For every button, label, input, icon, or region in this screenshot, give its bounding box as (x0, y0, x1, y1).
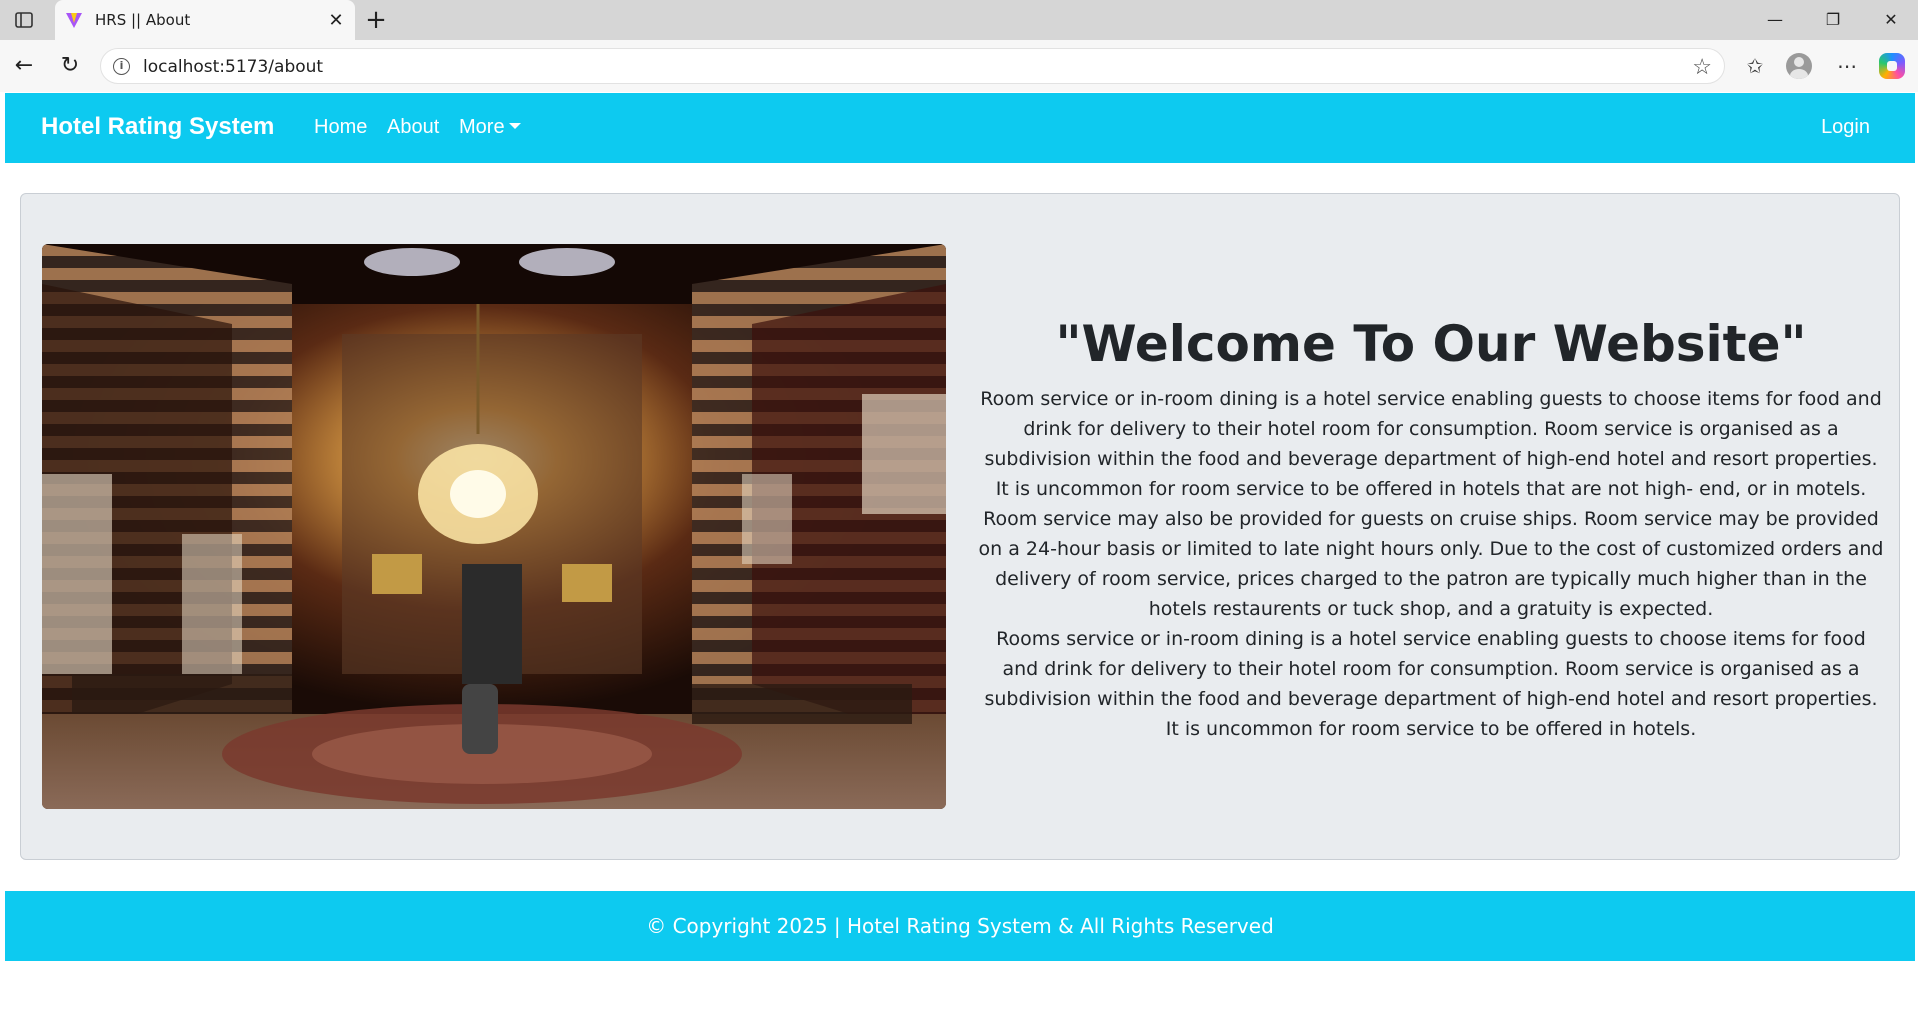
vite-favicon-icon (65, 11, 83, 29)
copyright-text: © Copyright 2025 | Hotel Rating System &… (646, 914, 1274, 938)
tab-close-icon[interactable]: ✕ (325, 9, 347, 31)
more-options-icon[interactable]: ⋯ (1832, 52, 1862, 80)
close-window-button[interactable]: ✕ (1866, 4, 1916, 36)
browser-tab-active[interactable]: HRS || About ✕ (55, 0, 355, 40)
restore-button[interactable]: ❐ (1808, 4, 1858, 36)
nav-home-link[interactable]: Home (314, 116, 367, 139)
nav-about-link[interactable]: About (387, 116, 439, 139)
tab-actions-icon[interactable] (14, 10, 34, 30)
login-link[interactable]: Login (1821, 116, 1870, 139)
reload-icon[interactable]: ↻ (56, 52, 84, 80)
favorites-icon[interactable]: ✩ (1740, 52, 1770, 80)
minimize-button[interactable]: — (1750, 4, 1800, 36)
about-paragraph-1: Room service or in-room dining is a hote… (978, 388, 1884, 620)
welcome-heading: "Welcome To Our Website" (1055, 315, 1807, 373)
about-card: "Welcome To Our Website" Room service or… (20, 193, 1900, 860)
site-navbar: Hotel Rating System Home About More Logi… (5, 93, 1915, 163)
hotel-lobby-image (42, 244, 946, 809)
page-viewport: Hotel Rating System Home About More Logi… (5, 93, 1915, 1014)
tab-title: HRS || About (95, 11, 191, 29)
url-text[interactable]: localhost:5173/about (143, 57, 323, 77)
site-info-icon[interactable]: i (113, 58, 130, 75)
new-tab-button[interactable]: + (362, 6, 390, 34)
about-text-column: "Welcome To Our Website" Room service or… (976, 314, 1886, 744)
favorite-star-icon[interactable]: ☆ (1692, 54, 1712, 80)
nav-more-dropdown[interactable]: More (459, 116, 521, 139)
back-icon[interactable]: ← (10, 52, 38, 80)
browser-tab-bar: HRS || About ✕ + — ❐ ✕ (0, 0, 1918, 40)
browser-address-bar: ← ↻ i localhost:5173/about ☆ ✩ ⋯ (0, 40, 1918, 92)
profile-avatar[interactable] (1786, 53, 1812, 79)
caret-down-icon (508, 123, 521, 129)
url-field[interactable]: i localhost:5173/about ☆ (100, 48, 1725, 84)
about-paragraph-2: Rooms service or in-room dining is a hot… (984, 628, 1878, 740)
site-footer: © Copyright 2025 | Hotel Rating System &… (5, 891, 1915, 961)
brand-link[interactable]: Hotel Rating System (41, 113, 274, 141)
nav-more-label: More (459, 116, 505, 138)
copilot-icon[interactable] (1879, 53, 1905, 79)
